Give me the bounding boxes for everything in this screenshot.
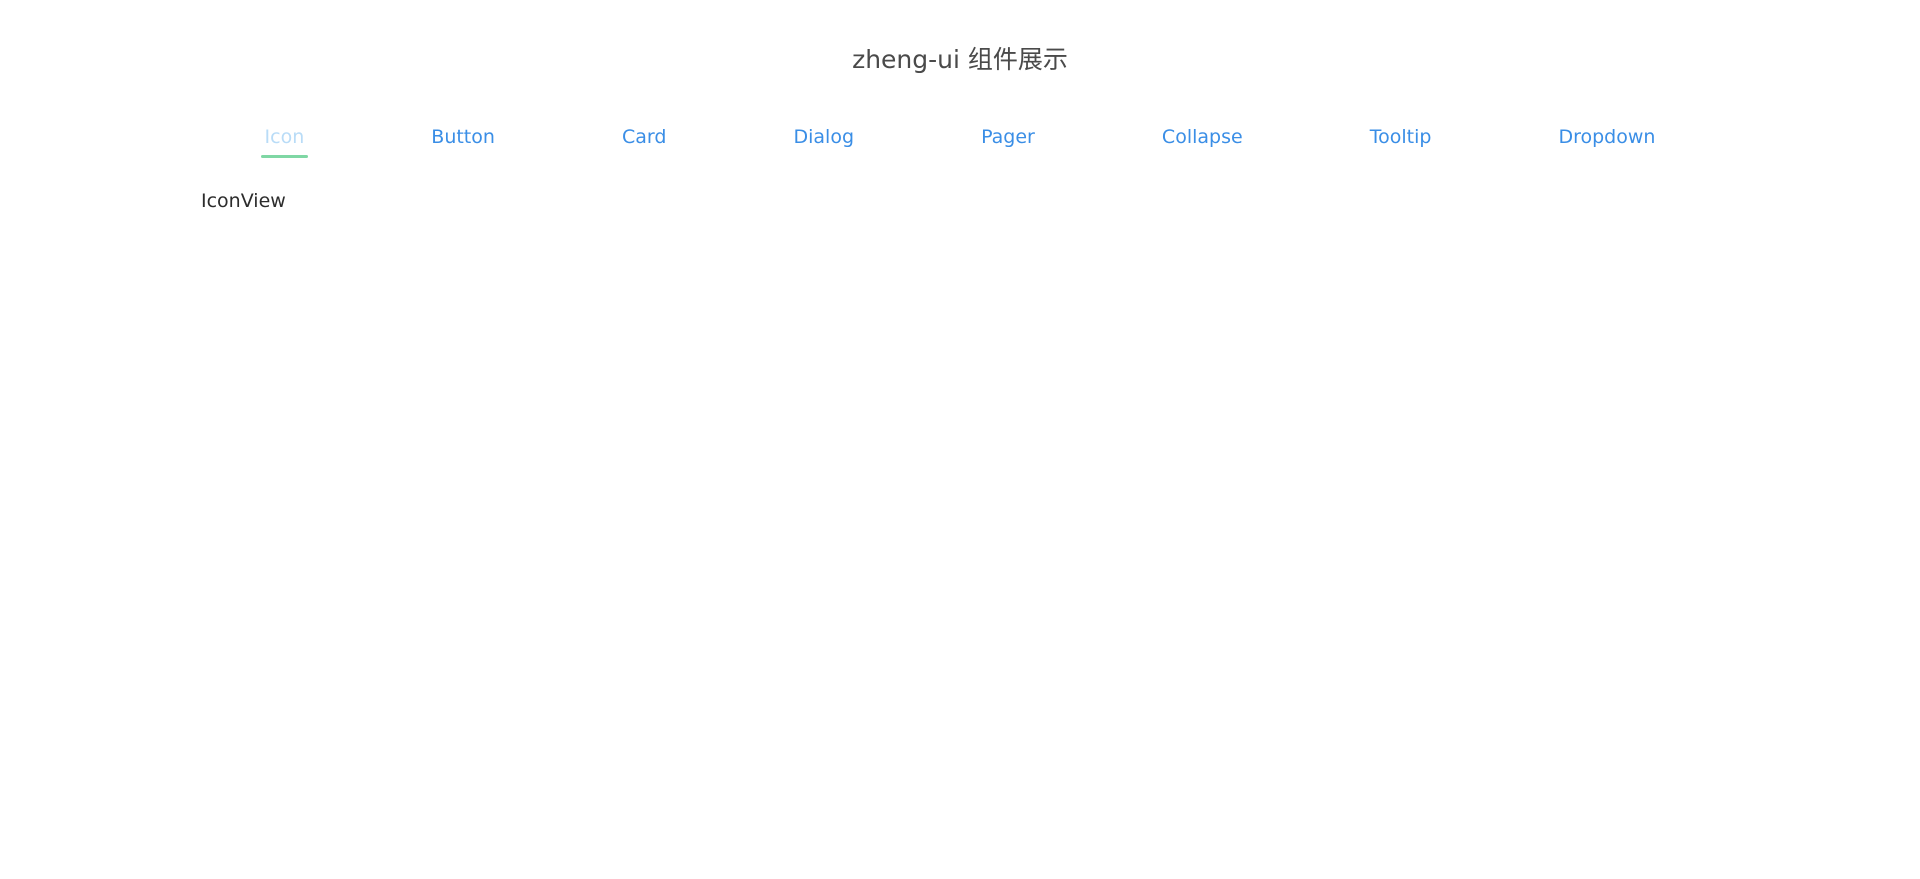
nav-item-label: Dropdown xyxy=(1558,126,1656,148)
nav-item-tooltip[interactable]: Tooltip xyxy=(1366,122,1436,158)
page: zheng-ui 组件展示 Icon Button Card Dialog Pa… xyxy=(0,0,1920,879)
nav-item-dialog[interactable]: Dialog xyxy=(789,122,858,158)
nav-item-label: Collapse xyxy=(1161,126,1243,148)
nav-item-label: Button xyxy=(431,126,495,148)
nav-item-label: Tooltip xyxy=(1369,126,1432,148)
active-underline xyxy=(260,155,309,158)
nav-item-label: Icon xyxy=(264,126,305,148)
nav-item-label: Pager xyxy=(981,126,1035,148)
nav-item-label: Dialog xyxy=(793,126,855,148)
nav-item-button[interactable]: Button xyxy=(427,122,499,158)
page-title: zheng-ui 组件展示 xyxy=(852,45,1068,74)
nav-item-label: Card xyxy=(621,126,667,148)
nav-item-dropdown[interactable]: Dropdown xyxy=(1554,122,1659,158)
nav-item-collapse[interactable]: Collapse xyxy=(1158,122,1247,158)
nav-item-icon[interactable]: Icon xyxy=(260,122,309,158)
nav-item-pager[interactable]: Pager xyxy=(977,122,1039,158)
content-view-label: IconView xyxy=(201,190,286,212)
component-nav: Icon Button Card Dialog Pager Collapse T… xyxy=(201,122,1719,158)
nav-item-card[interactable]: Card xyxy=(618,122,670,158)
